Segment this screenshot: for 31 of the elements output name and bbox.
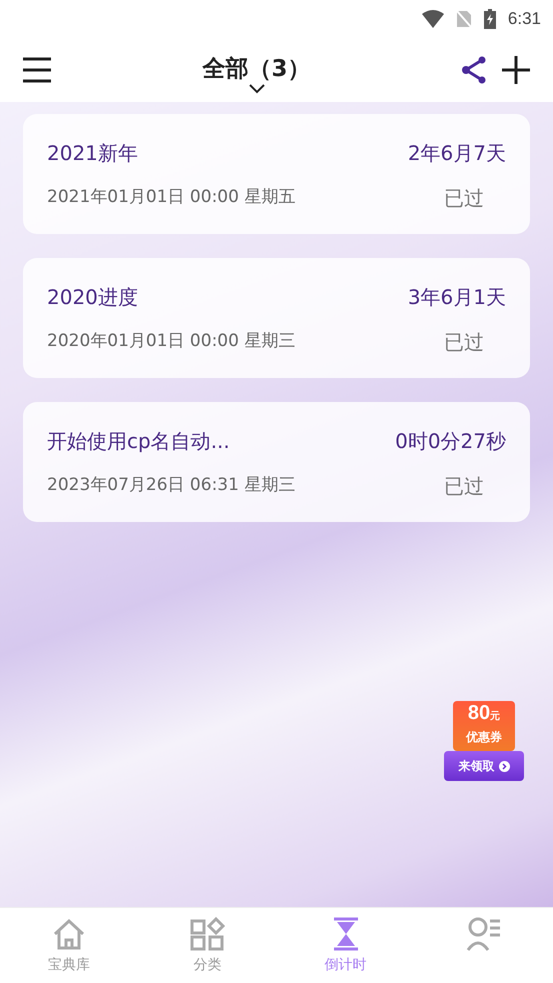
elapsed-time: 2年6月7天 [408, 140, 506, 167]
elapsed-time: 0时0分27秒 [395, 428, 506, 455]
clock-time: 6:31 [508, 9, 541, 29]
battery-charging-icon [484, 9, 496, 29]
coupon-amount: 80元 [468, 701, 500, 726]
countdown-card[interactable]: 2020进度 3年6月1天 2020年01月01日 00:00 星期三 已过 [23, 258, 530, 378]
add-icon[interactable] [501, 55, 531, 85]
coupon-action: 来领取 [458, 758, 494, 774]
event-status: 已过 [444, 473, 485, 500]
no-sim-icon [456, 10, 472, 28]
countdown-card[interactable]: 2021新年 2年6月7天 2021年01月01日 00:00 星期五 已过 [23, 114, 530, 234]
coupon-badge[interactable]: 80元 优惠券 来领取 [443, 701, 525, 787]
coupon-label: 优惠券 [466, 729, 502, 746]
chevron-down-icon [248, 84, 264, 94]
grid-icon [189, 916, 226, 952]
elapsed-time: 3年6月1天 [408, 284, 506, 311]
category-title[interactable]: 全部（3） [202, 52, 310, 84]
menu-icon[interactable] [22, 57, 52, 83]
arrow-right-icon [498, 760, 510, 772]
wifi-icon [422, 10, 444, 28]
event-name: 开始使用cp名自动... [47, 428, 231, 455]
event-date: 2021年01月01日 00:00 星期五 [47, 186, 296, 209]
event-name: 2020进度 [47, 284, 139, 311]
event-status: 已过 [444, 185, 485, 212]
event-status: 已过 [444, 329, 485, 356]
profile-icon [466, 916, 502, 952]
share-icon[interactable] [461, 56, 487, 84]
event-date: 2023年07月26日 06:31 星期三 [47, 474, 296, 497]
event-name: 2021新年 [47, 140, 139, 167]
event-date: 2020年01月01日 00:00 星期三 [47, 330, 296, 353]
countdown-card[interactable]: 开始使用cp名自动... 0时0分27秒 2023年07月26日 06:31 星期三 已过 [23, 402, 530, 522]
